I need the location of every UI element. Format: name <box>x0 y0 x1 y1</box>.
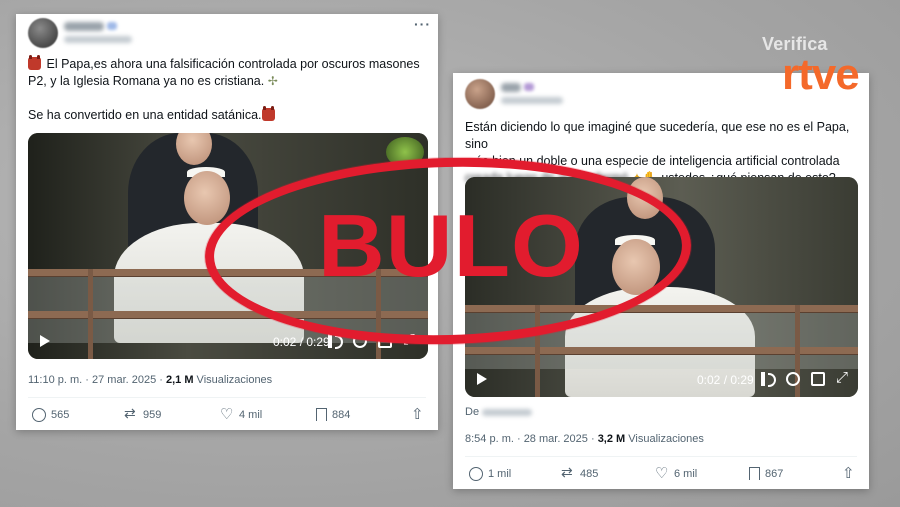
post-text-line2: P2, y la Iglesia Romana ya no es cristia… <box>28 74 265 88</box>
share-icon <box>841 464 855 482</box>
views-label: Visualizaciones <box>193 374 273 386</box>
reply-icon <box>32 408 46 422</box>
like-count: 4 mil <box>239 409 263 421</box>
retweet-icon <box>124 405 138 422</box>
picture-in-picture-icon[interactable] <box>811 372 825 386</box>
retweet-count: 485 <box>580 468 599 480</box>
bookmark-button[interactable]: 867 <box>749 467 783 480</box>
reply-icon <box>469 467 483 481</box>
views-label: Visualizaciones <box>625 433 704 445</box>
reply-button[interactable]: 1 mil <box>469 467 511 481</box>
retweet-icon <box>561 464 575 481</box>
reply-count: 1 mil <box>488 468 512 480</box>
reply-button[interactable]: 565 <box>32 408 69 422</box>
post-meta: 11:10 p. m. · 27 mar. 2025 · 2,1 M Visua… <box>28 374 272 386</box>
action-bar: 1 mil 485 6 mil 867 <box>469 464 859 483</box>
post-text: El Papa,es ahora una falsificación contr… <box>28 55 432 124</box>
video-controls: 0:02 / 0:29 <box>465 363 858 397</box>
author-handle-blurred[interactable] <box>64 36 132 43</box>
bookmark-count: 884 <box>332 408 351 421</box>
verified-badge-icon <box>524 83 534 91</box>
divider <box>28 397 426 398</box>
post-timestamp[interactable]: 11:10 p. m. · 27 mar. 2025 · <box>28 374 166 386</box>
reply-count: 565 <box>51 409 70 421</box>
brand-rtve: rtve <box>782 50 860 99</box>
pope-head <box>184 171 230 225</box>
video-time: 0:02 / 0:29 <box>697 373 754 387</box>
share-button[interactable] <box>841 464 855 482</box>
post-text-line3: Se ha convertido en una entidad satánica… <box>28 108 262 122</box>
bookmark-icon <box>316 408 327 421</box>
from-label: De <box>465 406 480 418</box>
action-bar: 565 959 4 mil 884 <box>32 405 432 424</box>
like-button[interactable]: 6 mil <box>655 464 698 482</box>
heart-icon <box>655 464 669 482</box>
like-count: 6 mil <box>674 468 698 480</box>
from-source: De <box>465 406 533 418</box>
post-meta: 8:54 p. m. · 28 mar. 2025 · 3,2 M Visual… <box>465 433 704 445</box>
volume-icon[interactable] <box>761 372 776 387</box>
fullscreen-icon[interactable] <box>836 369 850 386</box>
settings-gear-icon[interactable] <box>786 372 800 386</box>
post-timestamp[interactable]: 8:54 p. m. · 28 mar. 2025 · <box>465 433 598 445</box>
share-button[interactable] <box>410 405 424 423</box>
author-name-blurred[interactable] <box>501 83 521 92</box>
retweet-button[interactable]: 959 <box>124 405 162 422</box>
views-count: 3,2 M <box>597 433 626 445</box>
retweet-count: 959 <box>143 409 162 421</box>
heart-icon <box>220 405 234 423</box>
play-icon[interactable] <box>477 373 487 385</box>
video-time: 0:02 / 0:29 <box>273 335 330 349</box>
dove-emoji-icon: ✢ <box>267 74 278 88</box>
views-count: 2,1 M <box>165 374 194 386</box>
ogre-emoji-icon <box>261 106 275 121</box>
bookmark-count: 867 <box>765 467 784 480</box>
bookmark-icon <box>749 467 760 480</box>
divider <box>465 456 857 457</box>
author-handle-blurred[interactable] <box>501 97 563 104</box>
retweet-button[interactable]: 485 <box>561 464 599 481</box>
ogre-emoji-icon <box>28 55 41 70</box>
like-button[interactable]: 4 mil <box>220 405 263 423</box>
avatar[interactable] <box>465 79 495 109</box>
play-icon[interactable] <box>40 335 50 347</box>
avatar[interactable] <box>28 18 58 48</box>
share-icon <box>410 405 424 423</box>
more-options-icon[interactable]: ··· <box>414 16 431 32</box>
verified-badge-icon <box>107 22 117 30</box>
post-text-line1: Están diciendo lo que imaginé que sucede… <box>465 120 850 151</box>
post-text-line1: El Papa,es ahora una falsificación contr… <box>46 57 420 71</box>
author-name-blurred[interactable] <box>64 22 104 31</box>
bookmark-button[interactable]: 884 <box>316 408 350 421</box>
source-handle-blurred[interactable] <box>482 408 533 416</box>
hoax-stamp-text: BULO <box>318 196 584 295</box>
